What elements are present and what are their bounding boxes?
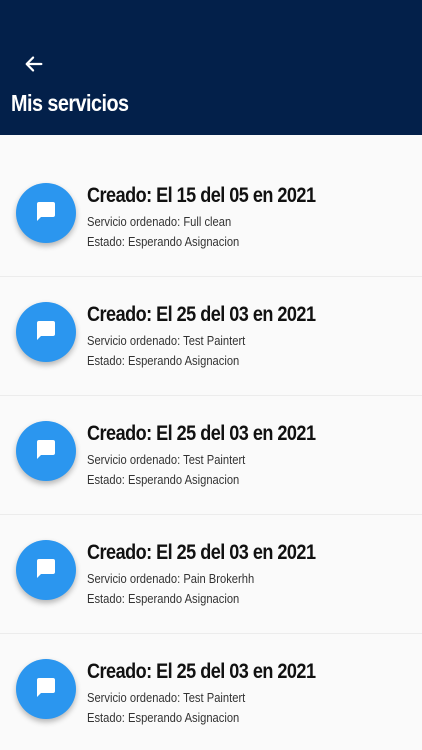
service-created-date: Creado: El 25 del 03 en 2021: [87, 660, 316, 683]
service-ordered: Servicio ordenado: Test Paintert: [87, 452, 246, 467]
service-status: Estado: Esperando Asignacion: [87, 353, 240, 368]
chat-bubble-icon: [34, 199, 58, 228]
list-item[interactable]: Creado: El 25 del 03 en 2021 Servicio or…: [0, 634, 422, 750]
service-avatar: [16, 302, 76, 362]
service-ordered: Servicio ordenado: Test Paintert: [87, 333, 246, 348]
service-ordered: Servicio ordenado: Test Paintert: [87, 690, 246, 705]
list-item[interactable]: Creado: El 25 del 03 en 2021 Servicio or…: [0, 277, 422, 396]
list-item[interactable]: Creado: El 25 del 03 en 2021 Servicio or…: [0, 515, 422, 634]
service-created-date: Creado: El 25 del 03 en 2021: [87, 303, 316, 326]
service-created-date: Creado: El 25 del 03 en 2021: [87, 422, 316, 445]
chat-bubble-icon: [34, 318, 58, 347]
services-list: Creado: El 15 del 05 en 2021 Servicio or…: [0, 135, 422, 750]
back-button[interactable]: [18, 50, 50, 82]
list-item[interactable]: Creado: El 15 del 05 en 2021 Servicio or…: [0, 135, 422, 277]
chat-bubble-icon: [34, 675, 58, 704]
service-created-date: Creado: El 25 del 03 en 2021: [87, 541, 316, 564]
service-status: Estado: Esperando Asignacion: [87, 710, 240, 725]
service-avatar: [16, 540, 76, 600]
app-bar: Mis servicios: [0, 0, 422, 135]
page-title: Mis servicios: [11, 90, 129, 116]
app-screen: Mis servicios Creado: El 15 del 05 en 20…: [0, 0, 422, 750]
service-ordered: Servicio ordenado: Full clean: [87, 214, 232, 229]
service-ordered: Servicio ordenado: Pain Brokerhh: [87, 571, 255, 586]
service-status: Estado: Esperando Asignacion: [87, 472, 240, 487]
chat-bubble-icon: [34, 437, 58, 466]
list-item[interactable]: Creado: El 25 del 03 en 2021 Servicio or…: [0, 396, 422, 515]
service-avatar: [16, 421, 76, 481]
service-created-date: Creado: El 15 del 05 en 2021: [87, 184, 316, 207]
service-status: Estado: Esperando Asignacion: [87, 234, 240, 249]
service-status: Estado: Esperando Asignacion: [87, 591, 240, 606]
arrow-left-icon: [23, 53, 45, 80]
service-avatar: [16, 659, 76, 719]
chat-bubble-icon: [34, 556, 58, 585]
service-avatar: [16, 183, 76, 243]
